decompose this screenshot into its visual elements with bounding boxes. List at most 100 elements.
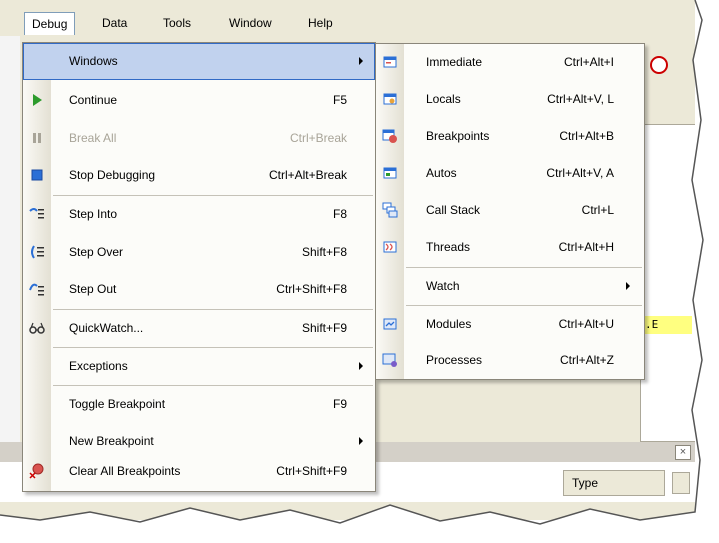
menu-data-label: Data [102,16,128,30]
submenu-item-shortcut: Ctrl+Alt+V, A [546,166,614,180]
glasses-icon [29,322,45,334]
call-stack-icon [382,202,398,218]
type-column-label: Type [572,476,599,490]
submenu-item-threads[interactable]: Threads Ctrl+Alt+H [376,229,644,266]
windows-submenu: Immediate Ctrl+Alt+I Locals Ctrl+Alt+V, … [375,43,645,380]
menu-item-label: Toggle Breakpoint [69,397,166,411]
menu-item-step-into[interactable]: Step Into F8 [23,196,375,233]
menu-item-shortcut: Ctrl+Shift+F8 [276,282,347,296]
submenu-item-label: Processes [426,353,483,367]
menu-item-label: Step Out [69,282,117,296]
menu-item-shortcut: Shift+F9 [301,321,347,335]
submenu-item-breakpoints[interactable]: Breakpoints Ctrl+Alt+B [376,118,644,155]
menu-item-label: Continue [69,93,118,107]
menu-window-label: Window [229,16,272,30]
menu-item-break-all[interactable]: Break All Ctrl+Break [23,120,375,157]
submenu-item-label: Autos [426,166,457,180]
submenu-item-shortcut: Ctrl+Alt+U [558,317,614,331]
menu-item-shortcut: F9 [332,397,347,411]
code-fragment: .E [645,318,659,331]
submenu-item-label: Modules [426,317,472,331]
menu-item-step-over[interactable]: Step Over Shift+F8 [23,234,375,271]
menu-item-shortcut: Ctrl+Alt+Break [268,168,347,182]
menu-item-label: Windows [69,54,118,68]
submenu-item-modules[interactable]: Modules Ctrl+Alt+U [376,306,644,343]
menu-item-shortcut: Shift+F8 [301,245,347,259]
delete-icon[interactable] [650,56,668,74]
menu-item-shortcut: F5 [332,93,347,107]
ide-window: .E × Type Debug Data Tools Window Help W… [0,0,695,520]
menu-tools[interactable]: Tools [156,12,198,34]
submenu-item-shortcut: Ctrl+Alt+H [558,240,614,254]
menu-window[interactable]: Window [222,12,279,34]
submenu-item-shortcut: Ctrl+Alt+Z [559,353,614,367]
screenshot-frame: .E × Type Debug Data Tools Window Help W… [0,0,719,543]
menu-item-label: Step Into [69,207,118,221]
submenu-item-shortcut: Ctrl+Alt+V, L [547,92,614,106]
menu-help[interactable]: Help [301,12,340,34]
menu-item-shortcut: Ctrl+Break [289,131,347,145]
locals-window-icon [383,93,397,105]
step-out-icon [29,283,44,296]
menu-tools-label: Tools [163,16,192,30]
menu-item-step-out[interactable]: Step Out Ctrl+Shift+F8 [23,271,375,308]
processes-icon [382,353,397,367]
menu-item-windows[interactable]: Windows [23,43,375,80]
threads-icon [383,241,397,253]
menu-item-label: Clear All Breakpoints [69,464,181,478]
submenu-item-label: Watch [426,279,460,293]
toolbar-area-right [640,40,695,124]
submenu-arrow-icon [359,437,363,445]
submenu-item-label: Call Stack [426,203,481,217]
submenu-arrow-icon [359,362,363,370]
menu-item-label: Step Over [69,245,124,259]
menu-item-label: Exceptions [69,359,128,373]
menu-item-clear-all-breakpoints[interactable]: Clear All Breakpoints Ctrl+Shift+F9 [23,453,375,490]
submenu-item-shortcut: Ctrl+L [581,203,614,217]
editor-area-right [640,124,695,442]
submenu-item-immediate[interactable]: Immediate Ctrl+Alt+I [376,44,644,81]
scrollbar-up-button[interactable] [672,472,690,494]
step-over-icon [31,245,44,259]
submenu-item-shortcut: Ctrl+Alt+B [559,129,614,143]
play-icon [33,94,42,106]
submenu-item-shortcut: Ctrl+Alt+I [563,55,614,69]
menu-item-continue[interactable]: Continue F5 [23,82,375,119]
submenu-arrow-icon [626,282,630,290]
submenu-item-call-stack[interactable]: Call Stack Ctrl+L [376,192,644,229]
step-into-icon [29,208,44,219]
menu-help-label: Help [308,16,333,30]
immediate-window-icon [383,56,397,68]
submenu-item-watch[interactable]: Watch [376,268,644,305]
submenu-item-autos[interactable]: Autos Ctrl+Alt+V, A [376,155,644,192]
debug-menu: Windows Continue F5 Break All Ctrl+Break… [22,42,376,492]
menu-item-toggle-breakpoint[interactable]: Toggle Breakpoint F9 [23,386,375,423]
menu-item-label: Stop Debugging [69,168,156,182]
column-header-type[interactable]: Type [563,470,665,496]
submenu-item-label: Threads [426,240,471,254]
modules-icon [383,318,397,330]
menu-item-exceptions[interactable]: Exceptions [23,348,375,385]
menu-item-label: Break All [69,131,117,145]
submenu-arrow-icon [359,57,363,65]
submenu-item-processes[interactable]: Processes Ctrl+Alt+Z [376,342,644,379]
submenu-item-label: Locals [426,92,461,106]
menu-item-quickwatch[interactable]: QuickWatch... Shift+F9 [23,310,375,347]
menu-item-shortcut: Ctrl+Shift+F9 [276,464,347,478]
submenu-item-locals[interactable]: Locals Ctrl+Alt+V, L [376,81,644,118]
editor-background [0,36,20,456]
breakpoints-window-icon [382,129,397,143]
menu-item-shortcut: F8 [332,207,347,221]
menu-debug-label: Debug [32,17,68,31]
menu-item-label: QuickWatch... [69,321,144,335]
menu-debug[interactable]: Debug [24,12,76,35]
submenu-item-label: Immediate [426,55,483,69]
menu-bar: Debug Data Tools Window Help [0,12,695,36]
pause-icon [33,133,41,143]
menu-data[interactable]: Data [95,12,134,34]
close-panel-button[interactable]: × [675,445,691,460]
stop-icon [31,169,43,181]
clear-breakpoints-icon [29,463,44,479]
menu-item-stop-debugging[interactable]: Stop Debugging Ctrl+Alt+Break [23,157,375,194]
autos-window-icon [383,167,397,179]
